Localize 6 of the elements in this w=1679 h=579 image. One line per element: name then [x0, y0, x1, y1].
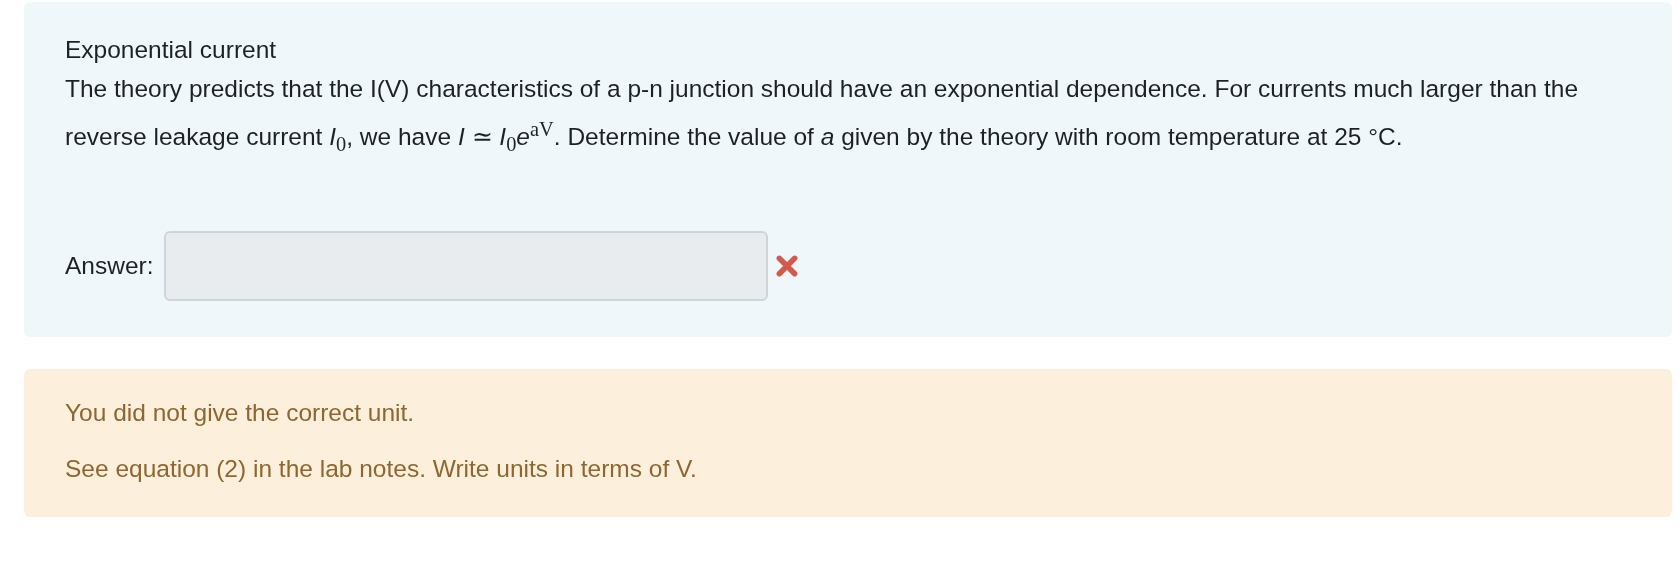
answer-label: Answer:	[65, 252, 154, 281]
feedback-text: See equation (2) in the lab notes. Write units in terms of V.	[65, 454, 698, 485]
question-title: Exponential current	[65, 35, 278, 65]
question-text: The theory predicts that the I(V) characteristics of a p-n junction should have an exponential dependence. For currents much larger than the reverse leakage current I$_{0}$, we have I ≃ I$_{0}$e$^{aV}$. Determine the value of a given by the theory with room temperature at 25 °C.	[65, 74, 1580, 158]
feedback-text: You did not give the correct unit.	[65, 398, 416, 429]
answer-field[interactable]	[163, 231, 768, 302]
